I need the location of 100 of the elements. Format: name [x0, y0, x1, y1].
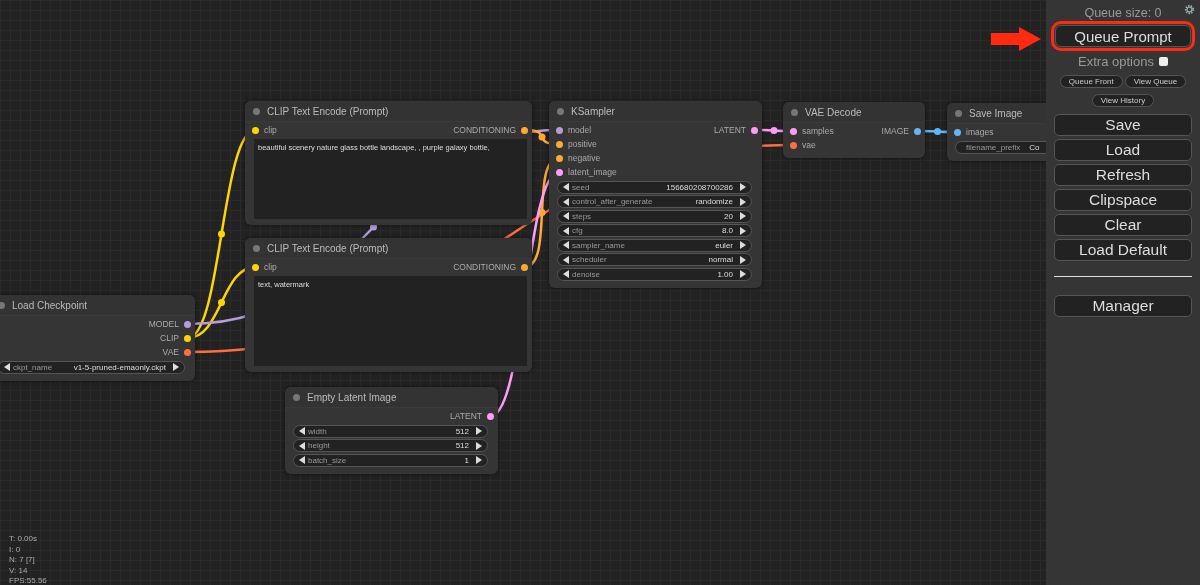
widget-field[interactable]: height 512: [293, 439, 488, 452]
widget-name: ckpt_name: [13, 362, 53, 372]
node-status-dot: [557, 107, 564, 115]
menu-button[interactable]: Clear: [1054, 214, 1192, 236]
menu-button[interactable]: Load: [1054, 139, 1192, 161]
widget-field[interactable]: width 512: [293, 424, 488, 438]
output-slot-dot[interactable]: [487, 412, 494, 420]
menu-button[interactable]: Load Default: [1054, 239, 1192, 261]
widget-field[interactable]: filename_prefix Co: [955, 140, 1046, 154]
widget-value: 512: [454, 426, 470, 436]
output-slot-dot[interactable]: [751, 126, 758, 134]
input-label: clip: [264, 125, 277, 135]
widget-field[interactable]: control_after_generate randomize: [557, 195, 752, 208]
input-slot-dot[interactable]: [556, 154, 563, 162]
decrement-arrow-icon[interactable]: [4, 363, 10, 371]
widget-value: v1-5-pruned-emaonly.ckpt: [72, 362, 167, 372]
node-status-dot: [293, 393, 300, 401]
increment-arrow-icon[interactable]: [173, 363, 179, 371]
input-slot-dot[interactable]: [252, 263, 259, 271]
widget-field[interactable]: steps 20: [557, 209, 752, 223]
widget-value: 1: [463, 455, 470, 465]
output-label: LATENT: [714, 125, 746, 135]
settings-icon[interactable]: [1184, 4, 1195, 15]
input-label: vae: [802, 140, 816, 150]
widget-value: Co: [1029, 142, 1040, 152]
output-label: VAE: [162, 347, 179, 357]
node-status-dot: [253, 244, 260, 252]
input-label: samples: [802, 126, 834, 136]
input-slot-dot[interactable]: [790, 127, 797, 135]
node-card[interactable]: VAE Decode samples IMAGE vae: [783, 102, 925, 158]
input-slot-dot[interactable]: [252, 126, 259, 134]
output-slot-dot[interactable]: [521, 126, 528, 134]
node-title: Load Checkpoint: [12, 299, 88, 311]
widget-value: 8.0: [720, 226, 734, 235]
node-title: CLIP Text Encode (Prompt): [267, 242, 389, 254]
widget-name: seed: [572, 182, 590, 192]
input-slot-dot[interactable]: [954, 128, 961, 136]
output-slot-dot[interactable]: [521, 263, 528, 271]
node-title: CLIP Text Encode (Prompt): [267, 105, 389, 117]
node-title: Save Image: [969, 107, 1023, 119]
view-history-button[interactable]: View History: [1091, 94, 1155, 107]
menu-button[interactable]: Refresh: [1054, 164, 1192, 186]
widget-name: filename_prefix: [966, 142, 1021, 152]
stats-line: T: 0.00s: [9, 534, 38, 545]
widget-value: normal: [707, 255, 734, 264]
widget-name: steps: [572, 211, 592, 221]
output-label: CONDITIONING: [453, 125, 516, 135]
output-slot-dot[interactable]: [914, 127, 921, 135]
widget-value: randomize: [694, 197, 734, 206]
node-status-dot: [0, 301, 5, 309]
extra-options-checkbox[interactable]: [1158, 57, 1168, 66]
input-slot-dot[interactable]: [556, 126, 563, 134]
input-slot-dot[interactable]: [790, 141, 797, 149]
queue-action-button[interactable]: View Queue: [1124, 75, 1187, 88]
output-slot-dot[interactable]: [184, 320, 191, 328]
menu-button[interactable]: Save: [1054, 114, 1192, 136]
widget-field[interactable]: cfg 8.0: [557, 224, 752, 237]
node-card[interactable]: Load Checkpoint MODEL CLIP VAE ckpt_name v1-5-pruned-emaonly.ckpt: [0, 295, 195, 381]
widget-field[interactable]: batch_size 1: [293, 453, 488, 467]
queue-action-button[interactable]: Queue Front: [1059, 75, 1123, 88]
widget-value: 512: [454, 441, 470, 450]
widget-field[interactable]: ckpt_name v1-5-pruned-emaonly.ckpt: [0, 360, 185, 374]
input-slot-dot[interactable]: [556, 168, 563, 176]
node-card[interactable]: KSampler model LATENT positive negative latent_image seed 156680208700286 control_after_generate randomize steps 20 cfg 8.0 sampler_name euler scheduler normal denoise 1.00: [549, 101, 762, 288]
output-label: CONDITIONING: [453, 262, 516, 272]
input-label: negative: [568, 153, 601, 163]
input-label: positive: [568, 139, 597, 149]
widget-value: euler: [714, 240, 734, 250]
stats-line: I: 0: [9, 544, 22, 555]
widget-name: height: [308, 441, 330, 450]
manager-button[interactable]: Manager: [1054, 295, 1192, 317]
widget-name: sampler_name: [572, 240, 625, 250]
output-slot-dot[interactable]: [184, 348, 191, 356]
output-label: LATENT: [450, 411, 482, 421]
widget-name: batch_size: [308, 455, 347, 465]
widget-value: 20: [723, 211, 734, 221]
widget-name: cfg: [572, 226, 583, 235]
stats-line: FPS:55.56: [9, 576, 47, 585]
node-card[interactable]: Empty Latent Image LATENT width 512 height 512 batch_size 1: [285, 387, 498, 474]
output-slot-dot[interactable]: [184, 334, 191, 342]
menu-button[interactable]: Clipspace: [1054, 189, 1192, 211]
node-title: VAE Decode: [805, 106, 862, 118]
widget-field[interactable]: scheduler normal: [557, 253, 752, 266]
output-label: MODEL: [148, 319, 179, 329]
node-status-dot: [791, 108, 798, 116]
widget-field[interactable]: denoise 1.00: [557, 267, 752, 281]
widget-name: denoise: [572, 269, 601, 279]
input-slot-dot[interactable]: [556, 140, 563, 148]
output-label: CLIP: [160, 333, 179, 343]
widget-value: 1.00: [716, 269, 734, 279]
node-card[interactable]: Save Image images filename_prefix Co: [947, 103, 1046, 161]
input-label: model: [568, 125, 592, 135]
extra-options-label: Extra options: [1078, 54, 1154, 69]
stats-line: N: 7 [7]: [9, 555, 36, 566]
widget-field[interactable]: sampler_name euler: [557, 238, 752, 252]
widget-field[interactable]: seed 156680208700286: [557, 180, 752, 194]
node-title: KSampler: [571, 105, 615, 117]
input-label: images: [966, 127, 994, 137]
queue-size-label: Queue size: 0: [1084, 5, 1162, 20]
widget-name: scheduler: [572, 255, 607, 264]
